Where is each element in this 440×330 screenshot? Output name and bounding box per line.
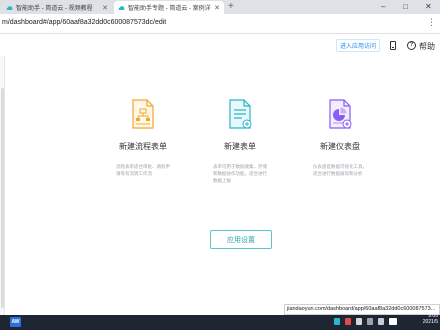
mobile-preview-icon[interactable] [390,41,396,50]
volume-icon[interactable] [378,318,384,325]
url-text[interactable]: m/dashboard#/app/60aaf8a32dd0c600087573d… [2,19,166,26]
browser-tab-video-tutorial[interactable]: 智能助手 - 简道云 - 视频教程 ✕ [2,1,112,14]
taskbar-clock[interactable]: 9:06 2021/5 [408,313,438,325]
new-tab-button[interactable]: + [228,1,234,13]
minimize-button[interactable]: – [381,1,385,13]
clock-date: 2021/5 [422,319,438,325]
close-icon[interactable]: ✕ [102,4,108,12]
close-icon[interactable]: ✕ [214,4,220,12]
enter-app-access-button[interactable]: 进入应用访问 [336,39,380,52]
help-icon[interactable]: ? [407,41,416,50]
tray-app-icon[interactable] [345,318,351,325]
new-form-card[interactable]: 新建表单 表单可用于数据收集、存储和数据协作功能，适合进行数据上报 [200,98,280,184]
jiandaoyun-cloud-icon [6,5,13,10]
windows-taskbar [0,315,440,330]
form-icon [229,99,252,129]
tab-title: 智能助手专题 - 简道云 - 案例详情 [128,6,212,12]
help-link[interactable]: 帮助 [419,41,435,52]
jiandaoyun-cloud-icon [118,5,125,10]
card-description: 表单可用于数据收集、存储和数据协作功能，适合进行数据上报 [213,164,267,183]
app-settings-button[interactable]: 应用设置 [210,230,272,249]
new-workflow-form-card[interactable]: 新建流程表单 流程表单适合审批、请假申请等有流转工作流 [103,98,183,177]
browser-tab-case-detail[interactable]: 智能助手专题 - 简道云 - 案例详情 ✕ [114,1,224,14]
input-method-icon[interactable] [389,318,397,325]
window-close-button[interactable]: ✕ [425,1,432,13]
card-description: 流程表单适合审批、请假申请等有流转工作流 [116,164,170,176]
taskbar-app-icon[interactable]: AW [10,317,21,327]
card-title: 新建表单 [224,142,256,151]
tray-app-icon[interactable] [334,318,340,325]
card-title: 新建仪表盘 [320,142,360,151]
new-dashboard-card[interactable]: 新建仪表盘 仪表盘是数据可视化工具，适合进行数据展现和分析 [300,98,380,177]
workflow-form-icon [132,99,154,129]
card-description: 仪表盘是数据可视化工具，适合进行数据展现和分析 [313,164,367,176]
maximize-button[interactable]: □ [403,1,408,13]
browser-menu-icon[interactable]: ⋮ [427,17,436,28]
dashboard-icon [329,99,352,129]
address-bar[interactable]: m/dashboard#/app/60aaf8a32dd0c600087573d… [0,14,440,34]
card-title: 新建流程表单 [119,142,167,151]
tab-title: 智能助手 - 简道云 - 视频教程 [16,6,93,12]
tray-app-icon[interactable] [356,318,362,325]
network-icon[interactable] [367,318,373,325]
sidebar-scrollbar[interactable] [1,88,4,308]
